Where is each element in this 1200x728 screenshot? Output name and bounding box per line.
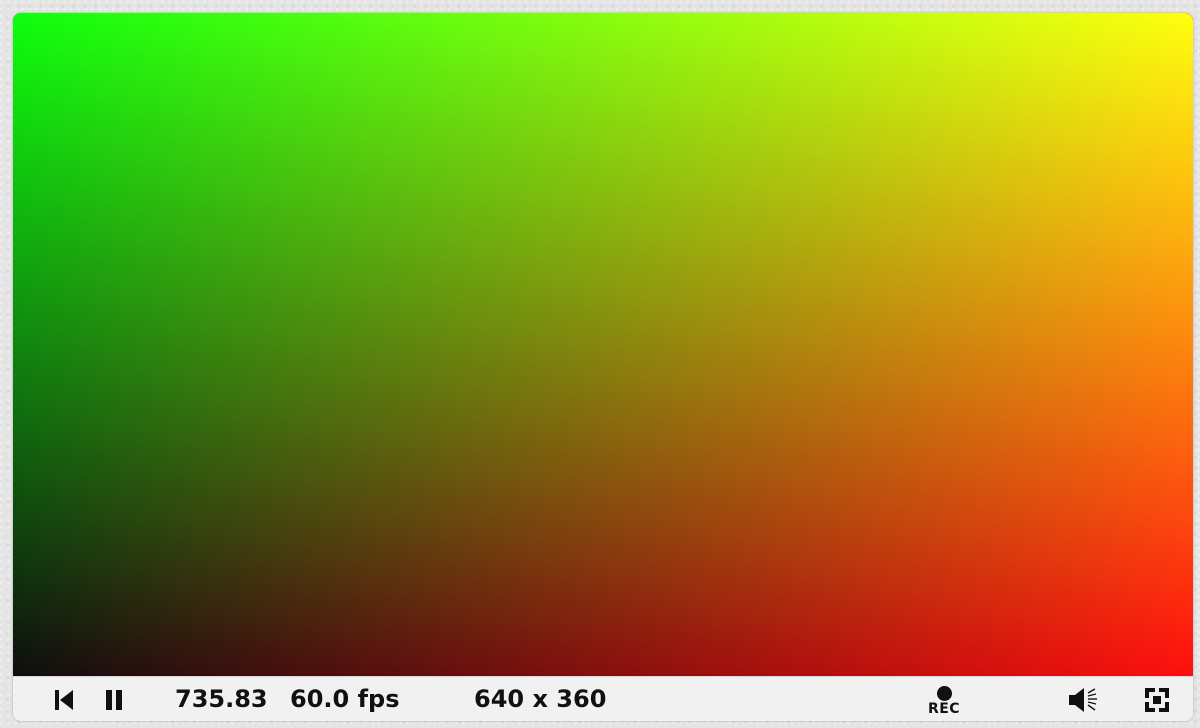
fps-display: 60.0 fps (290, 685, 400, 713)
record-button[interactable]: REC (919, 677, 969, 721)
time-display: 735.83 (175, 685, 268, 713)
shader-player: 735.83 60.0 fps 640 x 360 REC (13, 13, 1193, 721)
pause-button[interactable] (99, 677, 129, 721)
record-icon (936, 686, 952, 701)
canvas-blue-channel (13, 13, 1193, 676)
pause-icon (106, 689, 122, 710)
fullscreen-icon (1145, 687, 1169, 712)
volume-icon (1069, 687, 1097, 712)
rewind-button[interactable] (49, 677, 79, 721)
volume-button[interactable] (1065, 677, 1105, 721)
skip-to-start-icon (55, 689, 73, 710)
render-canvas[interactable] (13, 13, 1193, 676)
resolution-display[interactable]: 640 x 360 (474, 677, 606, 721)
fullscreen-button[interactable] (1139, 677, 1175, 721)
player-controls-bar: 735.83 60.0 fps 640 x 360 REC (13, 676, 1193, 721)
record-label: REC (927, 701, 961, 717)
